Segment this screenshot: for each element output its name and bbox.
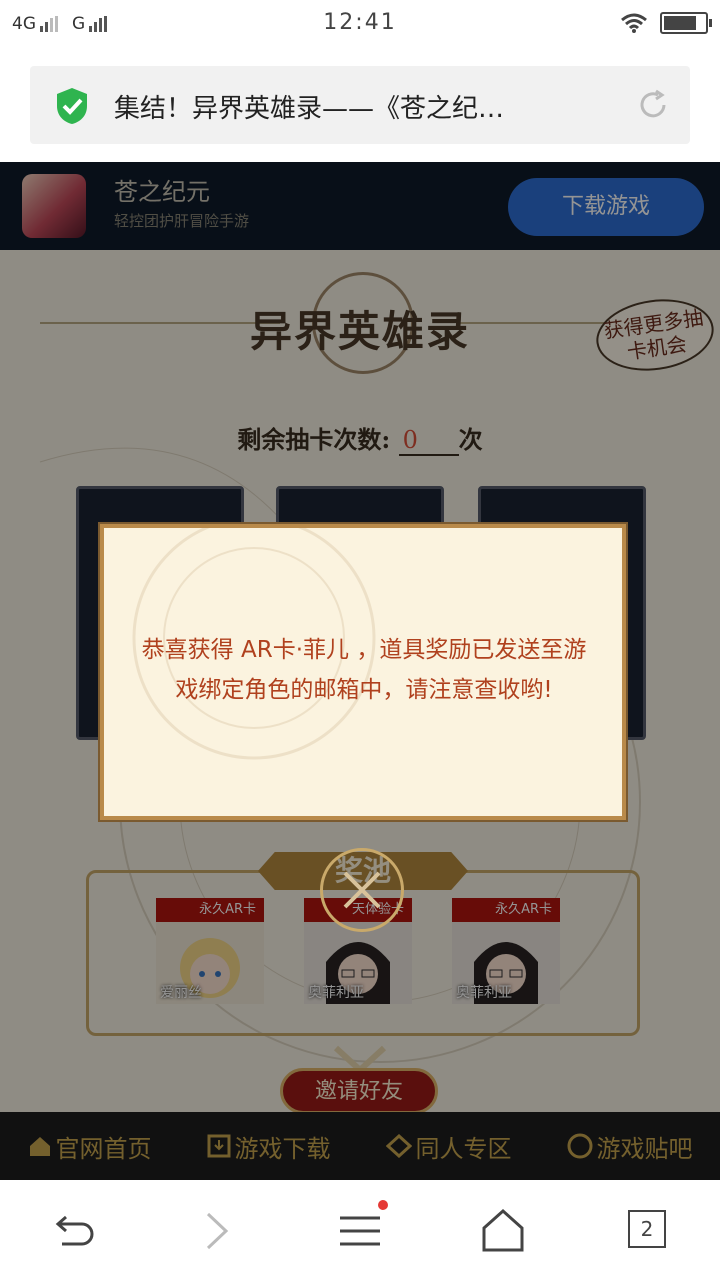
clock: 12:41 (323, 10, 397, 35)
wifi-icon (621, 13, 647, 33)
forward-icon[interactable] (192, 1206, 242, 1256)
address-bar[interactable]: 集结！异界英雄录——《苍之纪… (30, 66, 690, 144)
close-icon (343, 871, 381, 909)
reload-icon[interactable] (636, 88, 670, 122)
page-title[interactable]: 集结！异界英雄录——《苍之纪… (114, 88, 594, 125)
battery-icon (660, 12, 712, 34)
status-bar: 4G G 12:41 (0, 0, 720, 52)
home-icon[interactable] (478, 1206, 528, 1256)
menu-icon (340, 1216, 380, 1246)
tabs-button[interactable]: 2 (628, 1210, 666, 1248)
browser-toolbar: 2 (0, 1180, 720, 1280)
close-dialog-button[interactable] (320, 848, 404, 932)
back-icon[interactable] (48, 1206, 98, 1256)
reward-message: 恭喜获得 AR卡·菲儿 ，道具奖励已发送至游戏绑定角色的邮箱中，请注意查收哟! (141, 637, 587, 703)
reward-dialog: 恭喜获得 AR卡·菲儿 ，道具奖励已发送至游戏绑定角色的邮箱中，请注意查收哟! (100, 524, 626, 820)
shield-check-icon (57, 88, 87, 124)
menu-button[interactable] (336, 1200, 388, 1256)
notification-dot (378, 1200, 388, 1210)
